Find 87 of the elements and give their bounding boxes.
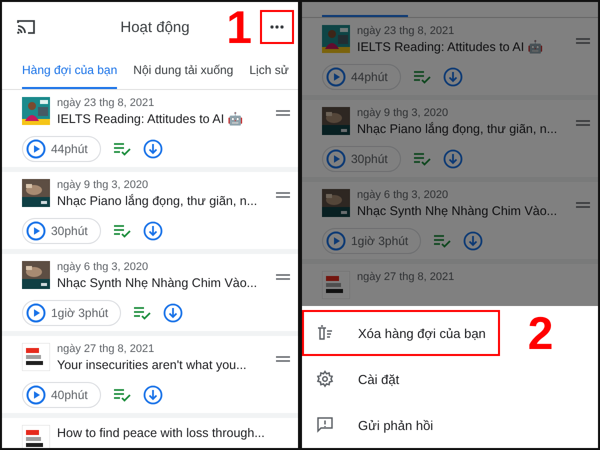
episode-card[interactable]: ngày 6 thg 3, 2020 Nhạc Synth Nhẹ Nhàng Chim Vào... 1giờ 3phút (302, 182, 598, 264)
episode-card[interactable]: ngày 9 thg 3, 2020 Nhạc Piano lắng đọng, thư giãn, n... 30phút (302, 100, 598, 182)
episode-title: IELTS Reading: Attitudes to AI 🤖 (57, 111, 245, 128)
episode-date: ngày 6 thg 3, 2020 (57, 261, 150, 275)
download-button[interactable] (142, 221, 163, 241)
play-icon (26, 385, 46, 405)
play-icon (26, 221, 46, 241)
play-button[interactable]: 1giờ 3phút (22, 300, 122, 326)
episode-date: ngày 27 thg 8, 2021 (357, 271, 456, 285)
episode-card[interactable]: ngày 23 thg 8, 2021 IELTS Reading: Attitudes to AI 🤖 44phút (2, 90, 298, 172)
episode-card[interactable]: How to find peace with loss through... (2, 418, 298, 448)
queue-button[interactable] (112, 142, 131, 156)
queue-check-icon (112, 142, 131, 156)
drag-handle-icon[interactable] (576, 38, 590, 44)
download-icon (142, 139, 163, 159)
tab[interactable]: Hàng đợi của bạn (22, 52, 118, 89)
queue-check-icon (112, 388, 131, 402)
queue-button[interactable] (412, 152, 431, 166)
episode-title: Nhạc Synth Nhẹ Nhàng Chim Vào... (57, 275, 258, 292)
download-button[interactable] (142, 139, 163, 159)
queue-button[interactable] (412, 70, 431, 84)
episode-card[interactable]: ngày 6 thg 3, 2020 Nhạc Synth Nhẹ Nhàng Chim Vào... 1giờ 3phút (2, 254, 298, 336)
queue-check-icon (412, 152, 431, 166)
cast-icon[interactable] (16, 19, 36, 35)
play-button[interactable]: 1giờ 3phút (322, 228, 422, 254)
download-button[interactable] (163, 303, 184, 323)
settings-icon (316, 370, 334, 388)
play-button[interactable]: 44phút (322, 64, 401, 90)
download-button[interactable] (442, 149, 463, 169)
download-icon (442, 67, 463, 87)
queue-check-icon (412, 70, 431, 84)
download-icon (463, 231, 484, 251)
play-icon (26, 303, 46, 323)
queue-check-icon (112, 224, 131, 238)
drag-handle-icon[interactable] (276, 110, 290, 116)
drag-handle-icon[interactable] (276, 356, 290, 362)
download-button[interactable] (442, 67, 463, 87)
queue-button[interactable] (433, 234, 452, 248)
episode-title: Your insecurities aren't what you... (57, 357, 248, 374)
episode-date: ngày 6 thg 3, 2020 (357, 189, 450, 203)
episode-date: ngày 23 thg 8, 2021 (357, 25, 456, 39)
queue-button[interactable] (133, 306, 152, 320)
episode-date: ngày 23 thg 8, 2021 (57, 97, 156, 111)
download-icon (142, 385, 163, 405)
step-number: 1 (226, 4, 252, 50)
queue-button[interactable] (112, 388, 131, 402)
episode-title: How to find peace with loss through... (57, 425, 266, 442)
episode-card[interactable]: ngày 27 thg 8, 2021 Your insecurities aren't what you... 40phút (2, 336, 298, 418)
screen-title: Hoạt động (120, 18, 190, 36)
download-button[interactable] (142, 385, 163, 405)
episode-title: IELTS Reading: Attitudes to AI 🤖 (357, 39, 545, 56)
episode-date: ngày 27 thg 8, 2021 (57, 343, 156, 357)
queue-check-icon (133, 306, 152, 320)
play-button[interactable]: 30phút (22, 218, 101, 244)
more-icon (270, 25, 284, 29)
tab[interactable]: Lịch sử (249, 52, 289, 89)
menu-item[interactable]: Xóa hàng đợi của bạn (302, 310, 500, 356)
feedback-icon (316, 416, 334, 434)
menu-item[interactable]: Cài đặt (302, 356, 598, 402)
download-icon (142, 221, 163, 241)
episode-date: ngày 9 thg 3, 2020 (357, 107, 450, 121)
episode-card[interactable]: ngày 9 thg 3, 2020 Nhạc Piano lắng đọng, thư giãn, n... 30phút (2, 172, 298, 254)
queue-button[interactable] (112, 224, 131, 238)
drag-handle-icon[interactable] (276, 192, 290, 198)
drag-handle-icon[interactable] (276, 274, 290, 280)
play-icon (326, 231, 346, 251)
episode-title: Nhạc Piano lắng đọng, thư giãn, n... (57, 193, 258, 210)
play-icon (326, 67, 346, 87)
download-icon (163, 303, 184, 323)
play-button[interactable]: 30phút (322, 146, 401, 172)
episode-title: Nhạc Piano lắng đọng, thư giãn, n... (357, 121, 558, 138)
download-icon (442, 149, 463, 169)
play-button[interactable]: 44phút (22, 136, 101, 162)
episode-date: ngày 9 thg 3, 2020 (57, 179, 150, 193)
episode-card[interactable]: ngày 23 thg 8, 2021 IELTS Reading: Attitudes to AI 🤖 44phút (302, 18, 598, 100)
drag-handle-icon[interactable] (576, 120, 590, 126)
queue-check-icon (433, 234, 452, 248)
download-button[interactable] (463, 231, 484, 251)
play-icon (26, 139, 46, 159)
play-button[interactable]: 40phút (22, 382, 101, 408)
more-button[interactable] (260, 10, 294, 44)
menu-item[interactable]: Gửi phản hồi (302, 402, 598, 448)
clear-queue-icon (316, 324, 334, 342)
drag-handle-icon[interactable] (576, 202, 590, 208)
tab[interactable]: Nội dung tải xuống (133, 52, 234, 89)
play-icon (326, 149, 346, 169)
episode-title: Nhạc Synth Nhẹ Nhàng Chim Vào... (357, 203, 558, 220)
